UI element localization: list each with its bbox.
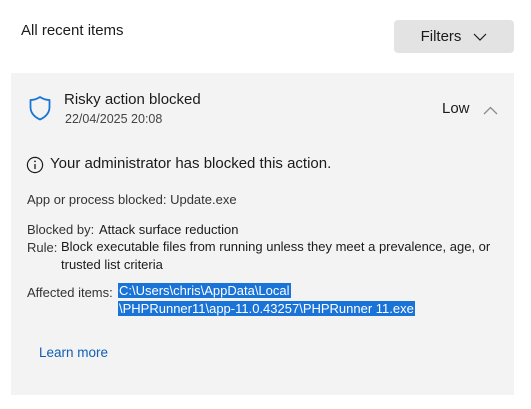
filters-label: Filters <box>420 28 462 45</box>
event-card: Risky action blocked 22/04/2025 20:08 Lo… <box>11 73 514 395</box>
affected-path-line-1: C:\Users\chris\AppData\Local <box>118 283 291 298</box>
rule-label: Rule: <box>27 240 58 255</box>
info-message: Your administrator has blocked this acti… <box>50 155 332 172</box>
page-title: All recent items <box>21 22 124 39</box>
blocked-by-value: Attack surface reduction <box>99 222 239 237</box>
affected-path-line-2: \PHPRunner11\app-11.0.43257\PHPRunner 11… <box>118 301 415 316</box>
protection-history-page: All recent items Filters Risky action bl… <box>0 0 531 409</box>
affected-items-label: Affected items: <box>27 285 113 300</box>
affected-items-value[interactable]: C:\Users\chris\AppData\Local \PHPRunner1… <box>118 282 415 318</box>
event-timestamp: 22/04/2025 20:08 <box>65 112 163 126</box>
shield-icon <box>28 95 52 126</box>
severity-label: Low <box>442 100 470 117</box>
info-icon <box>26 156 44 179</box>
chevron-up-icon[interactable] <box>483 102 498 120</box>
learn-more-link[interactable]: Learn more <box>39 345 108 360</box>
app-blocked-line: App or process blocked: Update.exe <box>27 192 237 207</box>
event-title: Risky action blocked <box>64 91 201 108</box>
rule-value: Block executable files from running unle… <box>61 239 491 272</box>
filters-button[interactable]: Filters <box>394 20 514 53</box>
blocked-by-label: Blocked by: <box>27 222 95 237</box>
chevron-down-icon <box>473 33 487 41</box>
